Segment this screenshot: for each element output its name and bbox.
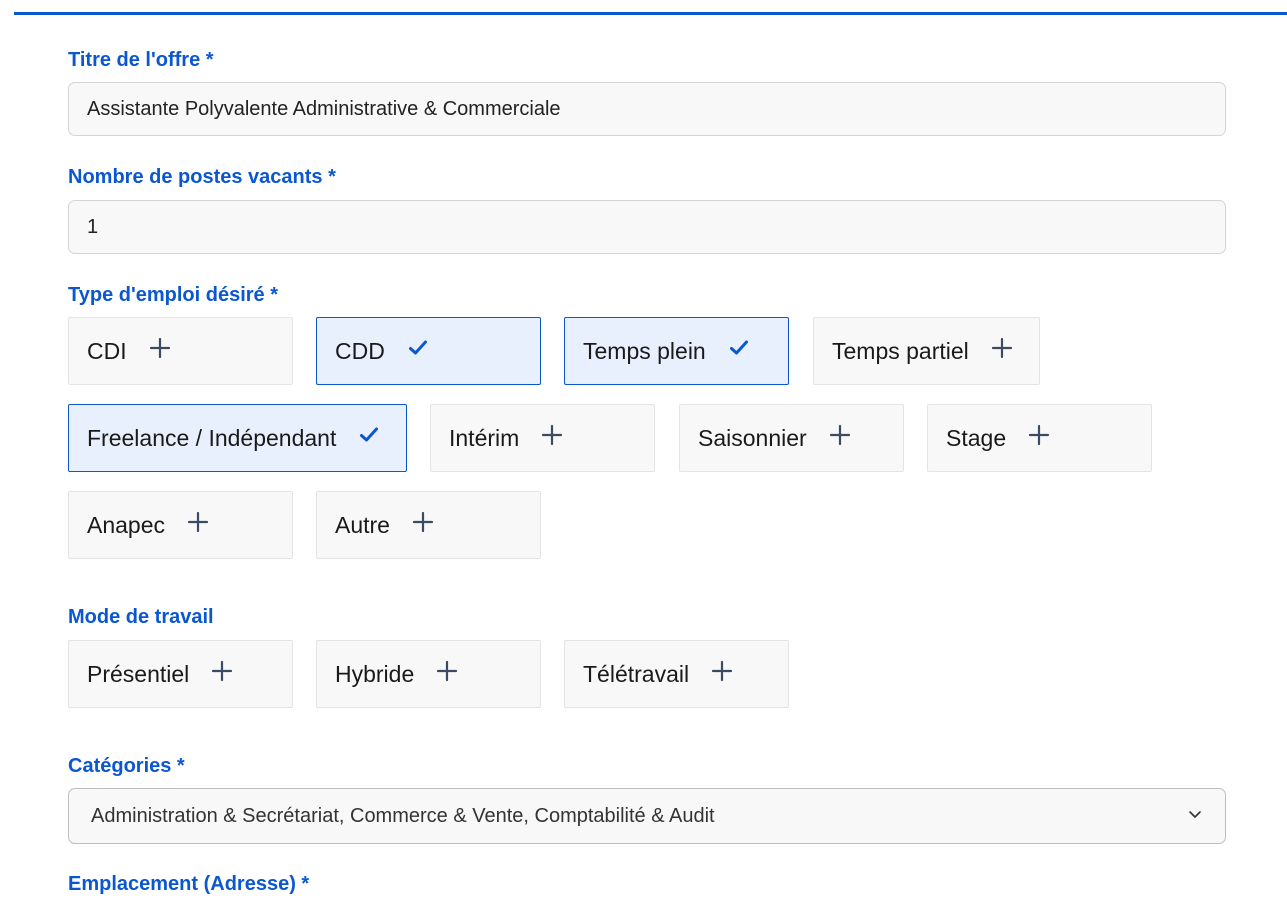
check-icon (728, 337, 750, 359)
option-label: Intérim (449, 424, 520, 451)
employment-option-stage[interactable]: Stage (927, 404, 1152, 472)
check-icon (358, 424, 380, 446)
employment-option-cdi[interactable]: CDI (68, 317, 293, 385)
option-label: Stage (946, 424, 1007, 451)
employment-option-temps-plein[interactable]: Temps plein (564, 317, 789, 385)
plus-icon (211, 660, 233, 682)
offer-title-label: Titre de l'offre * (68, 49, 214, 71)
top-accent-rule (14, 12, 1287, 15)
work-mode-option-presentiel[interactable]: Présentiel (68, 640, 293, 708)
plus-icon (187, 511, 209, 533)
employment-option-temps-partiel[interactable]: Temps partiel (813, 317, 1040, 385)
option-label: CDI (87, 337, 127, 364)
plus-icon (829, 424, 851, 446)
option-label: Saisonnier (698, 424, 807, 451)
work-mode-option-hybride[interactable]: Hybride (316, 640, 541, 708)
employment-type-label: Type d'emploi désiré * (68, 284, 278, 306)
plus-icon (149, 337, 171, 359)
option-label: Autre (335, 511, 390, 538)
work-mode-option-teletravail[interactable]: Télétravail (564, 640, 789, 708)
work-mode-label: Mode de travail (68, 606, 214, 628)
location-label: Emplacement (Adresse) * (68, 873, 310, 895)
plus-icon (436, 660, 458, 682)
option-label: Temps partiel (832, 337, 969, 364)
option-label: Hybride (335, 660, 415, 687)
categories-selected-value: Administration & Secrétariat, Commerce &… (91, 804, 715, 827)
offer-title-input[interactable] (68, 82, 1226, 136)
categories-label: Catégories * (68, 755, 185, 777)
plus-icon (1028, 424, 1050, 446)
plus-icon (711, 660, 733, 682)
employment-option-autre[interactable]: Autre (316, 491, 541, 559)
chevron-down-icon (1187, 806, 1203, 827)
option-label: Télétravail (583, 660, 690, 687)
vacancies-input[interactable] (68, 200, 1226, 254)
option-label: Temps plein (583, 337, 706, 364)
option-label: Présentiel (87, 660, 190, 687)
employment-option-freelance[interactable]: Freelance / Indépendant (68, 404, 407, 472)
plus-icon (412, 511, 434, 533)
employment-option-interim[interactable]: Intérim (430, 404, 655, 472)
employment-option-anapec[interactable]: Anapec (68, 491, 293, 559)
option-label: Anapec (87, 511, 166, 538)
plus-icon (541, 424, 563, 446)
plus-icon (991, 337, 1013, 359)
vacancies-label: Nombre de postes vacants * (68, 166, 336, 188)
categories-select[interactable]: Administration & Secrétariat, Commerce &… (68, 788, 1226, 844)
employment-option-cdd[interactable]: CDD (316, 317, 541, 385)
employment-option-saisonnier[interactable]: Saisonnier (679, 404, 904, 472)
option-label: CDD (335, 337, 385, 364)
check-icon (407, 337, 429, 359)
option-label: Freelance / Indépendant (87, 424, 337, 451)
job-offer-form-page: Titre de l'offre * Nombre de postes vaca… (0, 0, 1287, 900)
